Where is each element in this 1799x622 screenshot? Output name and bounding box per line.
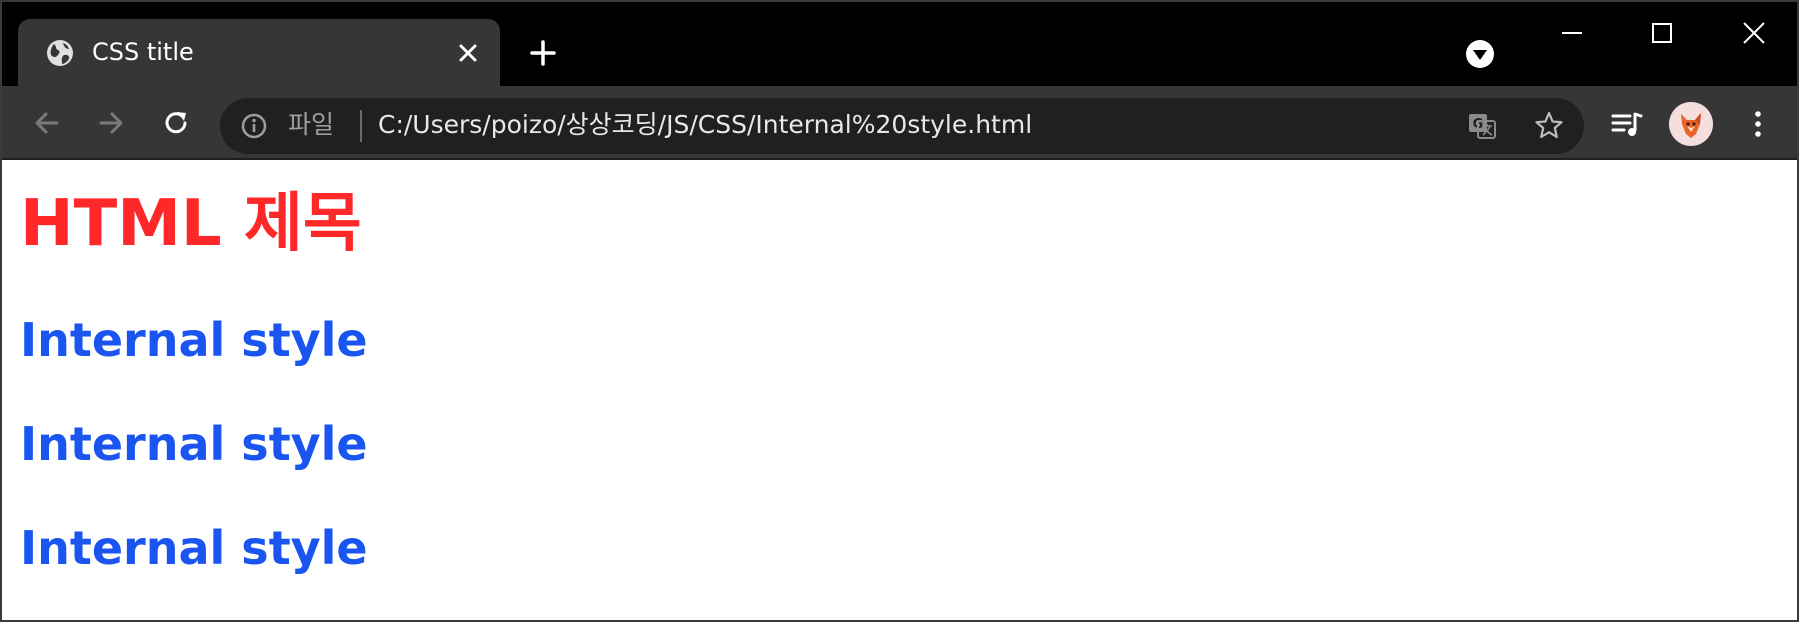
minimize-icon[interactable] [1555,16,1589,50]
tab-strip: CSS title [2,2,1797,86]
tab-search-chevron-icon[interactable] [1465,39,1495,69]
subheading-1: Internal style [20,313,368,367]
info-icon[interactable] [240,112,268,140]
browser-tab[interactable]: CSS title [18,19,500,86]
subheading-3: Internal style [20,521,368,575]
forward-arrow-icon[interactable] [94,106,128,140]
kebab-menu-icon[interactable] [1741,107,1775,141]
back-arrow-icon[interactable] [30,106,64,140]
address-bar[interactable]: 파일 C:/Users/poizo/상상코딩/JS/CSS/Internal%2… [220,98,1584,154]
window-close-icon[interactable] [1737,16,1771,50]
star-icon[interactable] [1533,110,1565,142]
globe-icon [47,40,73,66]
file-scheme-label: 파일 [288,110,335,139]
new-tab-plus-icon[interactable] [528,38,558,68]
fox-avatar-icon [1669,102,1713,146]
maximize-icon[interactable] [1645,16,1679,50]
tab-title: CSS title [92,38,194,66]
page-viewport: HTML 제목 Internal style Internal style In… [2,162,1797,620]
tab-close-icon[interactable] [453,38,483,68]
translate-icon[interactable]: G [1466,110,1498,142]
browser-toolbar: 파일 C:/Users/poizo/상상코딩/JS/CSS/Internal%2… [2,86,1797,160]
page-heading: HTML 제목 [20,187,362,261]
url-text[interactable]: C:/Users/poizo/상상코딩/JS/CSS/Internal%20st… [378,108,1032,142]
reload-icon[interactable] [159,106,193,140]
subheading-2: Internal style [20,417,368,471]
omnibox-divider [360,110,362,142]
media-queue-icon[interactable] [1610,107,1644,141]
browser-window: CSS title 파일 C:/Users/poizo/상상코딩/JS/CSS/… [0,0,1799,622]
profile-avatar[interactable] [1669,102,1713,146]
